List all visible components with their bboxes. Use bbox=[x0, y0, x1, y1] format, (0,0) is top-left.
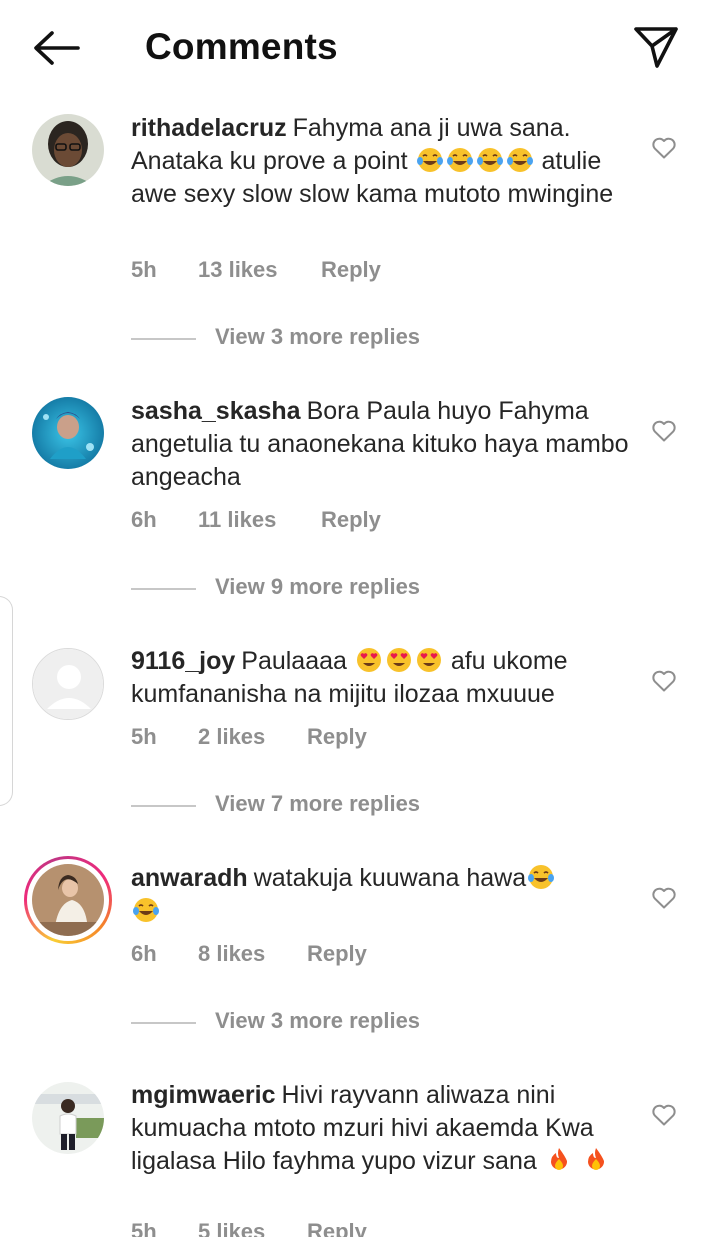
reply-button[interactable]: Reply bbox=[307, 724, 367, 750]
comment-likes[interactable]: 8 likes bbox=[198, 941, 307, 967]
avatar[interactable] bbox=[32, 1082, 104, 1154]
comment-meta: 5h 2 likes Reply bbox=[131, 724, 367, 750]
comment-likes[interactable]: 2 likes bbox=[198, 724, 307, 750]
face-with-tears-of-joy-icon bbox=[476, 146, 504, 174]
face-with-tears-of-joy-icon bbox=[527, 863, 555, 891]
heart-eyes-icon bbox=[415, 646, 443, 674]
comment-text: mgimwaeric Hivi rayvann aliwaza nini kumu… bbox=[131, 1079, 641, 1178]
replies-divider bbox=[131, 1022, 196, 1024]
comment-username[interactable]: anwaradh bbox=[131, 864, 248, 892]
comment-time: 5h bbox=[131, 1219, 157, 1237]
like-heart-icon[interactable] bbox=[651, 886, 677, 910]
comment-body: watakuja kuuwana hawa bbox=[253, 864, 527, 892]
comment-text: 9116_joy Paulaaaa afu ukome kumfananisha … bbox=[131, 645, 641, 711]
like-heart-icon[interactable] bbox=[651, 136, 677, 160]
comment-likes[interactable]: 13 likes bbox=[198, 257, 321, 283]
face-with-tears-of-joy-icon bbox=[416, 146, 444, 174]
face-with-tears-of-joy-icon bbox=[132, 896, 160, 924]
reply-button[interactable]: Reply bbox=[321, 257, 381, 283]
view-replies-label: View 3 more replies bbox=[215, 324, 421, 349]
heart-eyes-icon bbox=[355, 646, 383, 674]
replies-divider bbox=[131, 805, 196, 807]
face-with-tears-of-joy-icon bbox=[446, 146, 474, 174]
comment-meta: 6h 8 likes Reply bbox=[131, 941, 367, 967]
view-replies-label: View 7 more replies bbox=[215, 791, 421, 816]
comment-body: Paulaaaa bbox=[241, 647, 354, 675]
view-more-replies-button[interactable]: View 3 more replies bbox=[131, 1008, 551, 1038]
view-replies-label: View 9 more replies bbox=[215, 574, 421, 599]
avatar[interactable] bbox=[32, 864, 104, 936]
edge-side-tab[interactable] bbox=[0, 596, 13, 806]
heart-eyes-icon bbox=[385, 646, 413, 674]
comment-likes[interactable]: 11 likes bbox=[198, 507, 321, 533]
story-ring[interactable] bbox=[24, 856, 112, 944]
direct-message-send-icon[interactable] bbox=[630, 22, 682, 72]
replies-divider bbox=[131, 588, 196, 590]
like-heart-icon[interactable] bbox=[651, 1103, 677, 1127]
fire-icon bbox=[582, 1146, 610, 1174]
comment-time: 6h bbox=[131, 507, 157, 532]
comment-meta: 5h 5 likes Reply bbox=[131, 1219, 367, 1237]
face-with-tears-of-joy-icon bbox=[506, 146, 534, 174]
fire-icon bbox=[545, 1146, 573, 1174]
view-more-replies-button[interactable]: View 3 more replies bbox=[131, 324, 551, 354]
comment-likes[interactable]: 5 likes bbox=[198, 1219, 307, 1237]
comment-username[interactable]: mgimwaeric bbox=[131, 1081, 276, 1109]
comment-meta: 6h 11 likes Reply bbox=[131, 507, 381, 533]
avatar[interactable] bbox=[32, 114, 104, 186]
avatar[interactable] bbox=[32, 397, 104, 469]
replies-divider bbox=[131, 338, 196, 340]
like-heart-icon[interactable] bbox=[651, 419, 677, 443]
comment-time: 6h bbox=[131, 941, 157, 966]
view-more-replies-button[interactable]: View 9 more replies bbox=[131, 574, 551, 604]
back-arrow-icon[interactable] bbox=[28, 26, 84, 70]
comment-text: anwaradh watakuja kuuwana hawa bbox=[131, 862, 641, 928]
comment-time: 5h bbox=[131, 257, 157, 282]
comment-text: sasha_skasha Bora Paula huyo Fahyma anget… bbox=[131, 395, 641, 494]
comments-header: Comments bbox=[0, 0, 720, 96]
like-heart-icon[interactable] bbox=[651, 669, 677, 693]
comment-text: rithadelacruz Fahyma ana ji uwa sana. Ana… bbox=[131, 112, 641, 211]
view-replies-label: View 3 more replies bbox=[215, 1008, 421, 1033]
reply-button[interactable]: Reply bbox=[307, 1219, 367, 1237]
comment-time: 5h bbox=[131, 724, 157, 749]
avatar[interactable] bbox=[32, 648, 104, 720]
page-title: Comments bbox=[145, 26, 338, 67]
comment-username[interactable]: sasha_skasha bbox=[131, 397, 301, 425]
comment-username[interactable]: 9116_joy bbox=[131, 647, 235, 675]
comment-username[interactable]: rithadelacruz bbox=[131, 114, 287, 142]
reply-button[interactable]: Reply bbox=[307, 941, 367, 967]
view-more-replies-button[interactable]: View 7 more replies bbox=[131, 791, 551, 821]
reply-button[interactable]: Reply bbox=[321, 507, 381, 533]
comment-meta: 5h 13 likes Reply bbox=[131, 257, 381, 283]
